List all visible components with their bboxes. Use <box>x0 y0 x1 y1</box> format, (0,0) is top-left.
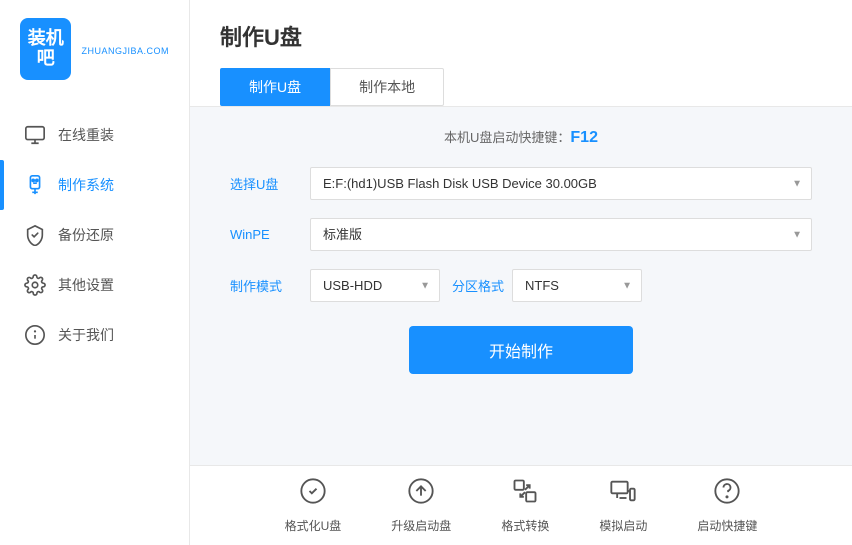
keyboard-icon <box>713 477 741 512</box>
toolbar-upgrade-boot-label: 升级启动盘 <box>391 517 451 534</box>
tab-make-local[interactable]: 制作本地 <box>330 68 444 106</box>
content-body: 本机U盘启动快捷键：F12 选择U盘 E:F:(hd1)USB Flash Di… <box>190 107 852 394</box>
make-mode-row: 制作模式 USB-HDD 分区格式 NTFS <box>220 269 822 302</box>
toolbar-item-boot-shortcut[interactable]: 启动快捷键 <box>697 477 757 534</box>
sidebar-item-other-settings-label: 其他设置 <box>58 275 114 295</box>
main-header: 制作U盘 制作U盘 制作本地 <box>190 0 852 107</box>
partition-dropdown[interactable]: NTFS <box>512 269 642 302</box>
toolbar-format-usb-label: 格式化U盘 <box>285 517 342 534</box>
sidebar-item-backup-restore-label: 备份还原 <box>58 225 114 245</box>
make-mode-wrapper[interactable]: USB-HDD <box>310 269 440 302</box>
partition-group: 分区格式 NTFS <box>452 269 642 302</box>
partition-label: 分区格式 <box>452 276 504 295</box>
winpe-row: WinPE 标准版 <box>220 218 822 251</box>
hotkey-prefix: 本机U盘启动快捷键： <box>444 130 570 145</box>
monitor-icon <box>24 124 46 146</box>
bottom-toolbar: 格式化U盘 升级启动盘 格式转换 <box>190 465 852 545</box>
convert-icon <box>511 477 539 512</box>
main-content: 制作U盘 制作U盘 制作本地 本机U盘启动快捷键：F12 选择U盘 E:F:(h… <box>190 0 852 545</box>
sidebar: 装机吧 ZHUANGJIBA.COM 在线重装 <box>0 0 190 545</box>
page-title: 制作U盘 <box>220 20 822 52</box>
winpe-control: 标准版 <box>310 218 812 251</box>
toolbar-format-convert-label: 格式转换 <box>501 517 549 534</box>
logo-cn-text: 装机吧 <box>20 29 71 69</box>
select-usb-row: 选择U盘 E:F:(hd1)USB Flash Disk USB Device … <box>220 167 822 200</box>
logo-subtitle: ZHUANGJIBA.COM <box>81 46 169 56</box>
check-circle-icon <box>299 477 327 512</box>
select-usb-label: 选择U盘 <box>230 174 310 193</box>
info-icon <box>24 324 46 346</box>
toolbar-simulate-boot-label: 模拟启动 <box>599 517 647 534</box>
gear-icon <box>24 274 46 296</box>
make-mode-label: 制作模式 <box>230 276 310 295</box>
split-selects: USB-HDD 分区格式 NTFS <box>310 269 812 302</box>
tabs: 制作U盘 制作本地 <box>220 68 822 106</box>
arrow-up-circle-icon <box>407 477 435 512</box>
select-usb-wrapper[interactable]: E:F:(hd1)USB Flash Disk USB Device 30.00… <box>310 167 812 200</box>
shield-icon <box>24 224 46 246</box>
select-usb-dropdown[interactable]: E:F:(hd1)USB Flash Disk USB Device 30.00… <box>310 167 812 200</box>
partition-wrapper[interactable]: NTFS <box>512 269 642 302</box>
sidebar-item-other-settings[interactable]: 其他设置 <box>0 260 189 310</box>
logo-box: 装机吧 <box>20 18 71 80</box>
winpe-label: WinPE <box>230 227 310 242</box>
select-usb-control: E:F:(hd1)USB Flash Disk USB Device 30.00… <box>310 167 812 200</box>
sidebar-item-make-system-label: 制作系统 <box>58 175 114 195</box>
toolbar-boot-shortcut-label: 启动快捷键 <box>697 517 757 534</box>
tab-make-usb[interactable]: 制作U盘 <box>220 68 330 106</box>
toolbar-item-format-usb[interactable]: 格式化U盘 <box>285 477 342 534</box>
desktop-icon <box>609 477 637 512</box>
sidebar-item-about-us-label: 关于我们 <box>58 325 114 345</box>
winpe-dropdown[interactable]: 标准版 <box>310 218 812 251</box>
make-mode-dropdown[interactable]: USB-HDD <box>310 269 440 302</box>
sidebar-item-online-reinstall[interactable]: 在线重装 <box>0 110 189 160</box>
hotkey-notice: 本机U盘启动快捷键：F12 <box>220 127 822 147</box>
usb-icon <box>24 174 46 196</box>
toolbar-item-format-convert[interactable]: 格式转换 <box>501 477 549 534</box>
sidebar-item-online-reinstall-label: 在线重装 <box>58 125 114 145</box>
toolbar-item-upgrade-boot[interactable]: 升级启动盘 <box>391 477 451 534</box>
logo-area: 装机吧 ZHUANGJIBA.COM <box>0 0 189 90</box>
winpe-wrapper[interactable]: 标准版 <box>310 218 812 251</box>
sidebar-item-backup-restore[interactable]: 备份还原 <box>0 210 189 260</box>
sidebar-item-about-us[interactable]: 关于我们 <box>0 310 189 360</box>
nav-items: 在线重装 制作系统 备份还原 <box>0 110 189 545</box>
start-button[interactable]: 开始制作 <box>409 326 633 374</box>
sidebar-item-make-system[interactable]: 制作系统 <box>0 160 189 210</box>
toolbar-item-simulate-boot[interactable]: 模拟启动 <box>599 477 647 534</box>
hotkey-value: F12 <box>570 129 598 146</box>
